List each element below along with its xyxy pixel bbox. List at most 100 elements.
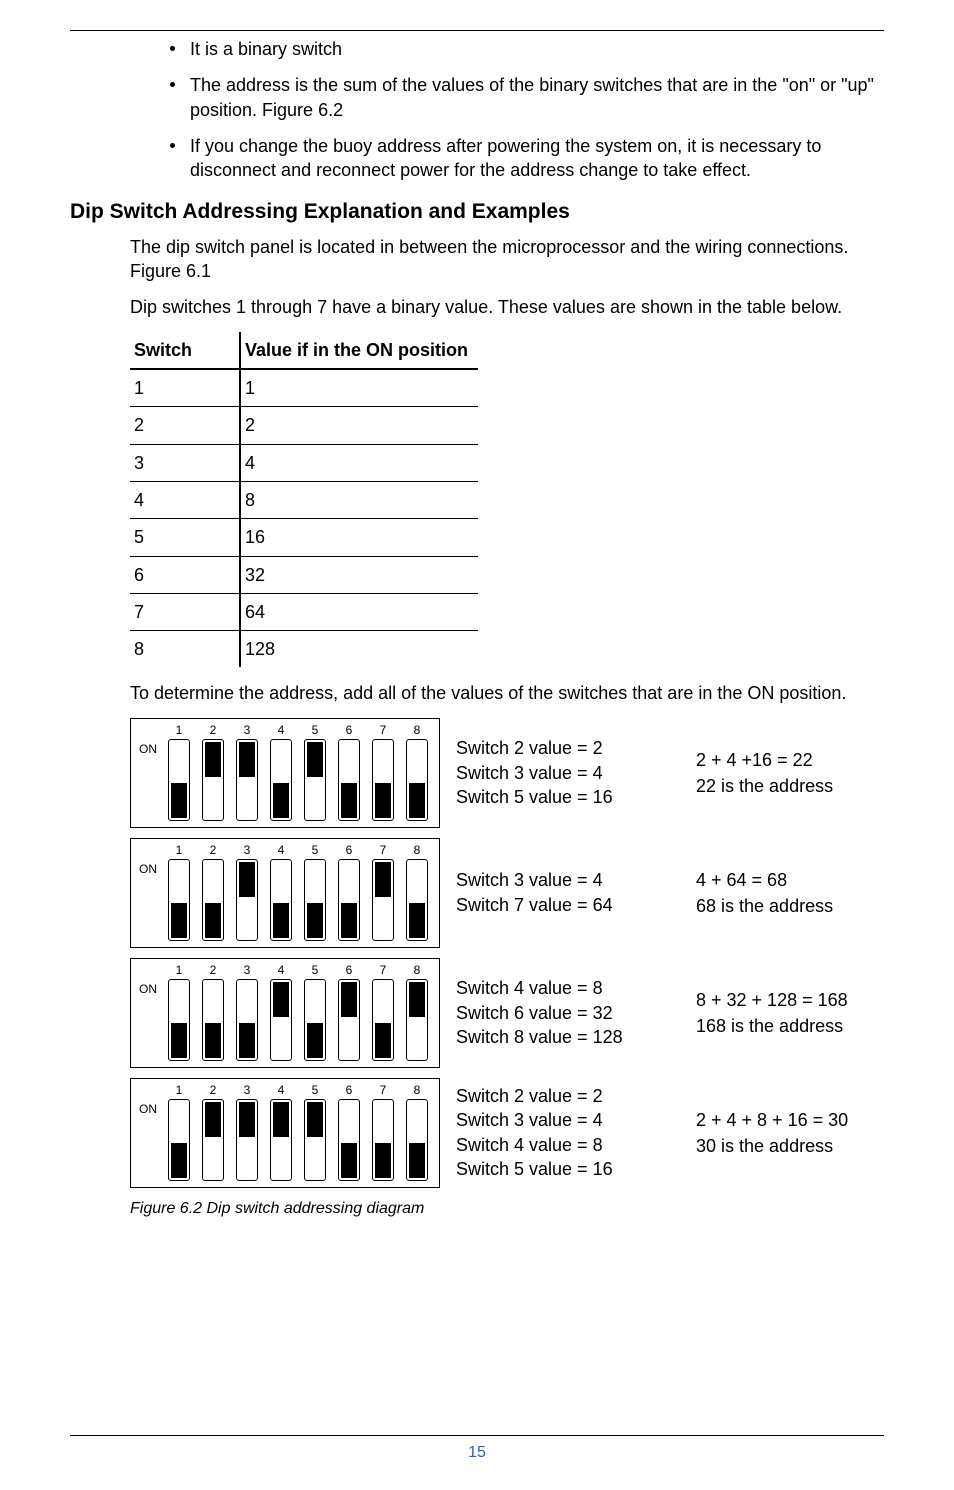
slot-track xyxy=(270,739,292,821)
dip-switch-slot: 4 xyxy=(267,723,295,821)
slot-knob xyxy=(205,903,221,938)
slot-knob xyxy=(239,1102,255,1137)
explain-line: Switch 4 value = 8 xyxy=(456,1133,680,1157)
slot-number: 3 xyxy=(244,963,251,977)
slot-number: 7 xyxy=(380,963,387,977)
dip-diagram-container: ON12345678Switch 2 value = 2Switch 3 val… xyxy=(130,718,884,1188)
slot-number: 2 xyxy=(210,723,217,737)
table-row: 516 xyxy=(130,519,478,556)
slot-knob xyxy=(341,982,357,1017)
explain-line: Switch 4 value = 8 xyxy=(456,976,680,1000)
slot-track xyxy=(304,1099,326,1181)
cell-switch: 6 xyxy=(130,556,240,593)
cell-switch: 7 xyxy=(130,593,240,630)
dip-switch-slot: 7 xyxy=(369,963,397,1061)
dip-switch-panel: ON12345678 xyxy=(130,718,440,828)
explain-line: Switch 3 value = 4 xyxy=(456,1108,680,1132)
slot-knob xyxy=(273,903,289,938)
slot-number: 3 xyxy=(244,1083,251,1097)
slot-number: 8 xyxy=(414,1083,421,1097)
dip-switch-slot: 5 xyxy=(301,723,329,821)
bullet-list: It is a binary switch The address is the… xyxy=(70,37,884,182)
slot-knob xyxy=(409,1143,425,1178)
slot-number: 2 xyxy=(210,843,217,857)
dip-switch-slot: 4 xyxy=(267,963,295,1061)
dip-switch-slot: 2 xyxy=(199,843,227,941)
slot-knob xyxy=(409,982,425,1017)
on-label: ON xyxy=(139,1101,165,1117)
result-line: 8 + 32 + 128 = 168 xyxy=(696,987,884,1013)
slot-knob xyxy=(239,862,255,897)
table-row: 632 xyxy=(130,556,478,593)
slot-knob xyxy=(171,783,187,818)
slot-knob xyxy=(307,1102,323,1137)
slot-knob xyxy=(239,1023,255,1058)
explain-line: Switch 8 value = 128 xyxy=(456,1025,680,1049)
switch-value-table: Switch Value if in the ON position 11 22… xyxy=(130,332,478,668)
dip-switch-slot: 2 xyxy=(199,1083,227,1181)
cell-value: 64 xyxy=(240,593,478,630)
slot-track xyxy=(202,979,224,1061)
dip-switch-slot: 2 xyxy=(199,723,227,821)
cell-switch: 2 xyxy=(130,407,240,444)
slot-number: 5 xyxy=(312,723,319,737)
slot-track xyxy=(270,859,292,941)
dip-switch-slot: 5 xyxy=(301,1083,329,1181)
header-rule xyxy=(70,30,884,31)
dip-switch-slot: 3 xyxy=(233,1083,261,1181)
slot-knob xyxy=(171,1143,187,1178)
result-line: 68 is the address xyxy=(696,893,884,919)
dip-explain: Switch 2 value = 2Switch 3 value = 4Swit… xyxy=(456,1084,680,1181)
explain-line: Switch 5 value = 16 xyxy=(456,1157,680,1181)
result-line: 4 + 64 = 68 xyxy=(696,867,884,893)
explain-line: Switch 2 value = 2 xyxy=(456,736,680,760)
cell-switch: 8 xyxy=(130,631,240,668)
slot-track xyxy=(168,979,190,1061)
slot-number: 1 xyxy=(176,1083,183,1097)
dip-switch-slot: 7 xyxy=(369,723,397,821)
result-line: 168 is the address xyxy=(696,1013,884,1039)
cell-value: 4 xyxy=(240,444,478,481)
slot-number: 7 xyxy=(380,723,387,737)
dip-switch-slot: 1 xyxy=(165,963,193,1061)
dip-switch-slot: 5 xyxy=(301,843,329,941)
slot-track xyxy=(168,859,190,941)
slot-track xyxy=(202,1099,224,1181)
dip-result: 2 + 4 + 8 + 16 = 3030 is the address xyxy=(696,1107,884,1159)
slot-knob xyxy=(341,783,357,818)
slot-number: 1 xyxy=(176,843,183,857)
table-row: 11 xyxy=(130,369,478,407)
list-item: If you change the buoy address after pow… xyxy=(170,134,884,183)
dip-explain: Switch 2 value = 2Switch 3 value = 4Swit… xyxy=(456,736,680,809)
slot-knob xyxy=(239,742,255,777)
cell-value: 16 xyxy=(240,519,478,556)
dip-switch-slot: 3 xyxy=(233,963,261,1061)
slot-number: 4 xyxy=(278,723,285,737)
dip-example-row: ON12345678Switch 3 value = 4Switch 7 val… xyxy=(130,838,884,948)
dip-switch-slot: 8 xyxy=(403,843,431,941)
slot-track xyxy=(236,979,258,1061)
slot-knob xyxy=(375,783,391,818)
dip-switch-slot: 6 xyxy=(335,723,363,821)
cell-value: 2 xyxy=(240,407,478,444)
dip-example-row: ON12345678Switch 4 value = 8Switch 6 val… xyxy=(130,958,884,1068)
slot-number: 5 xyxy=(312,843,319,857)
slot-knob xyxy=(307,742,323,777)
dip-switch-panel: ON12345678 xyxy=(130,838,440,948)
slot-track xyxy=(304,739,326,821)
dip-switch-slot: 1 xyxy=(165,1083,193,1181)
slot-track xyxy=(406,739,428,821)
result-line: 2 + 4 +16 = 22 xyxy=(696,747,884,773)
slot-track xyxy=(304,979,326,1061)
slot-number: 1 xyxy=(176,723,183,737)
slot-number: 4 xyxy=(278,843,285,857)
page-content: It is a binary switch The address is the… xyxy=(70,37,884,1219)
slot-track xyxy=(338,739,360,821)
slot-number: 2 xyxy=(210,963,217,977)
cell-value: 8 xyxy=(240,481,478,518)
dip-switch-slot: 6 xyxy=(335,843,363,941)
slot-track xyxy=(168,1099,190,1181)
slot-knob xyxy=(205,1023,221,1058)
slot-knob xyxy=(273,982,289,1017)
bullet-text: If you change the buoy address after pow… xyxy=(190,136,821,180)
